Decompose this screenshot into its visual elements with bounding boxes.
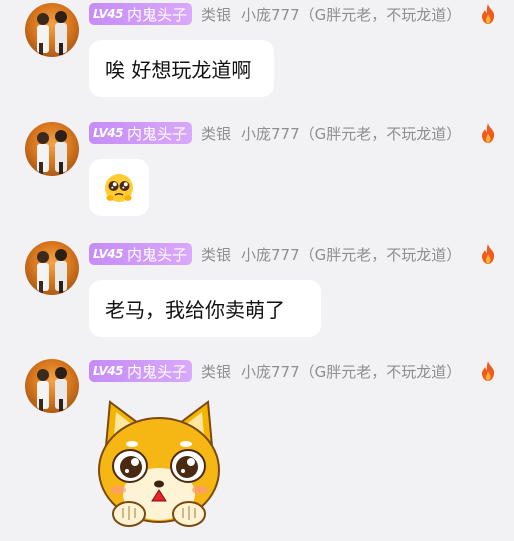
level-badge: LV45 内鬼头子 (89, 243, 192, 265)
user-title: 内鬼头子 (126, 5, 187, 24)
rank-label: 类银 (201, 362, 232, 381)
avatar[interactable] (25, 3, 79, 57)
user-title: 内鬼头子 (126, 245, 187, 264)
rank-label: 类银 (201, 5, 232, 24)
level-text: LV45 (93, 7, 123, 21)
message-text: 老马，我给你卖萌了 (105, 298, 285, 322)
fire-icon (481, 244, 495, 264)
level-badge: LV45 内鬼头子 (89, 122, 192, 144)
level-text: LV45 (93, 364, 123, 378)
message-bubble[interactable]: 唉 好想玩龙道啊 (89, 40, 274, 97)
level-badge: LV45 内鬼头子 (89, 360, 192, 382)
username[interactable]: 小庞777（G胖元老，不玩龙道） (241, 244, 461, 265)
username[interactable]: 小庞777（G胖元老，不玩龙道） (241, 123, 461, 144)
username[interactable]: 小庞777（G胖元老，不玩龙道） (241, 4, 461, 25)
level-text: LV45 (93, 247, 123, 261)
pleading-face-emoji (105, 173, 133, 202)
level-badge: LV45 内鬼头子 (89, 3, 192, 25)
avatar[interactable] (25, 122, 79, 176)
avatar[interactable] (25, 359, 79, 413)
user-title: 内鬼头子 (126, 362, 187, 381)
shiba-pleading-sticker[interactable] (96, 398, 222, 528)
rank-label: 类银 (201, 124, 232, 143)
user-title: 内鬼头子 (126, 124, 187, 143)
message-bubble[interactable] (89, 159, 149, 216)
message-bubble[interactable]: 老马，我给你卖萌了 (89, 280, 321, 337)
level-text: LV45 (93, 126, 123, 140)
message-header: LV45 内鬼头子 类银 小庞777（G胖元老，不玩龙道） (89, 122, 461, 144)
message-header: LV45 内鬼头子 类银 小庞777（G胖元老，不玩龙道） (89, 3, 461, 25)
fire-icon (481, 4, 495, 24)
fire-icon (481, 361, 495, 381)
rank-label: 类银 (201, 245, 232, 264)
message-header: LV45 内鬼头子 类银 小庞777（G胖元老，不玩龙道） (89, 360, 461, 382)
fire-icon (481, 123, 495, 143)
message-header: LV45 内鬼头子 类银 小庞777（G胖元老，不玩龙道） (89, 243, 461, 265)
chat-message-list[interactable]: LV45 内鬼头子 类银 小庞777（G胖元老，不玩龙道） 唉 好想玩龙道啊 L… (0, 0, 514, 541)
username[interactable]: 小庞777（G胖元老，不玩龙道） (241, 361, 461, 382)
message-text: 唉 好想玩龙道啊 (105, 58, 252, 82)
avatar[interactable] (25, 241, 79, 295)
